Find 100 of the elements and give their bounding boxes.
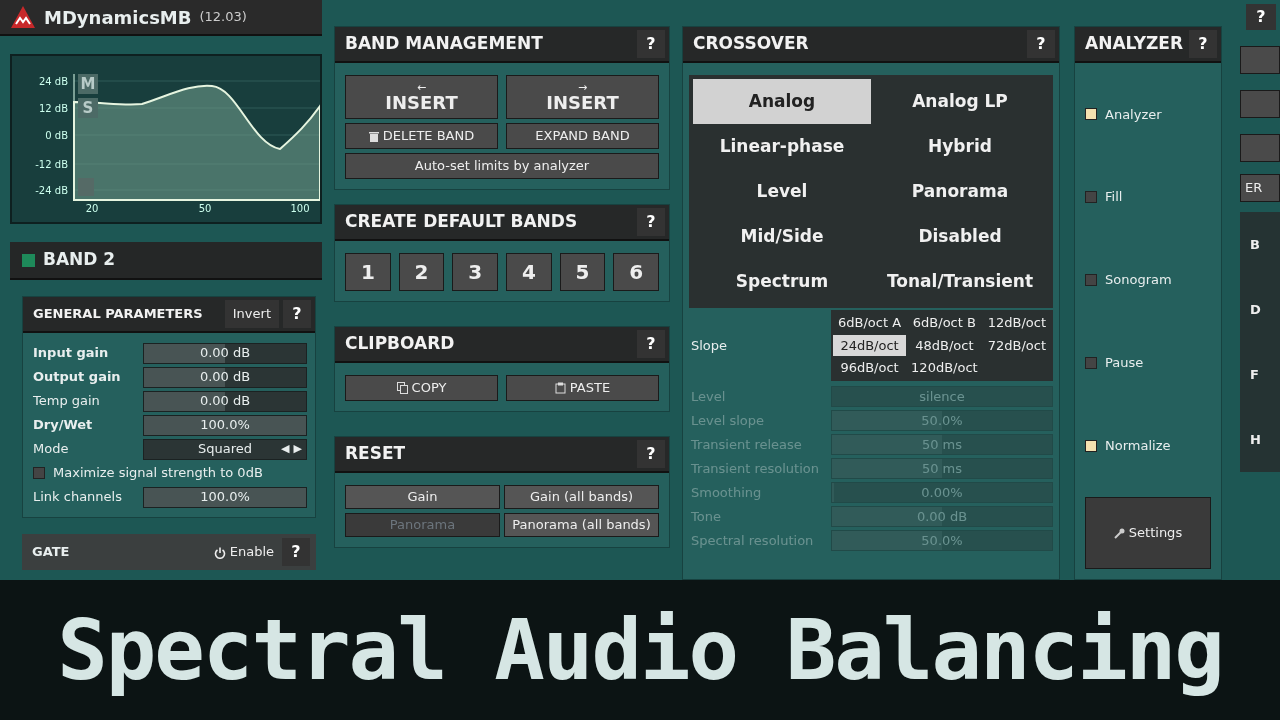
band-count-button[interactable]: 6 [613,253,660,291]
axis-label: 20 [85,203,99,214]
trash-icon [368,130,379,142]
paste-button[interactable]: PASTE [506,375,659,401]
band-letter[interactable]: F [1250,364,1280,385]
parameter-label: Output gain [33,368,122,387]
side-button[interactable]: ER [1240,174,1280,202]
axis-label: 0 dB [45,130,68,141]
checkbox-label: Pause [1105,354,1144,373]
band-count-button[interactable]: 2 [398,253,445,291]
side-button[interactable] [1240,134,1280,162]
mode-option[interactable]: Panorama [871,169,1049,214]
section-title: CLIPBOARD [345,332,455,356]
mode-option[interactable]: Linear-phase [693,124,871,169]
band-letter[interactable]: B [1250,234,1280,255]
checkbox-label: Analyzer [1105,105,1162,124]
axis-label: -12 dB [35,159,68,170]
checkbox[interactable] [1085,274,1097,286]
delete-band-button[interactable]: DELETE BAND [345,123,498,149]
checkbox[interactable] [1085,356,1097,369]
help-button[interactable]: ? [1246,4,1276,30]
slope-option[interactable]: 72dB/oct [982,334,1051,356]
help-button[interactable]: ? [637,208,665,236]
help-button[interactable]: ? [637,30,665,58]
section-title: RESET [345,442,406,466]
parameter-value: 50.0% [921,411,963,430]
invert-button[interactable]: Invert [224,300,279,328]
slope-option[interactable]: 6dB/oct B [906,312,983,334]
checkbox[interactable] [33,467,45,479]
band-count-button[interactable]: 5 [559,253,606,291]
section-title: GENERAL PARAMETERS [33,305,203,324]
power-icon [213,546,226,559]
help-button[interactable]: ? [1189,30,1217,58]
parameter-slider[interactable]: 0.00 dB [143,342,307,364]
previous-arrow[interactable]: ◀ [281,440,290,458]
checkbox[interactable] [1085,108,1097,121]
copy-icon [396,382,408,394]
slope-option[interactable]: 12dB/oct [982,312,1051,334]
mode-option[interactable]: Analog [693,79,871,124]
reset-button[interactable]: Gain (all bands) [504,485,659,509]
band-count-button[interactable]: 1 [345,253,391,291]
parameter-label: Tone [691,507,722,526]
help-button[interactable]: ? [637,330,665,358]
parameter-label: Link channels [33,488,123,507]
settings-button[interactable]: Settings [1085,497,1211,569]
mode-option[interactable]: Disabled [871,214,1049,259]
axis-label: 100 [290,203,310,214]
auto-set-button[interactable]: Auto-set limits by analyzer [345,153,659,179]
slope-option[interactable]: 6dB/oct A [833,312,907,334]
mode-option[interactable]: Hybrid [871,124,1049,169]
insert-button[interactable]: → INSERT [506,75,659,119]
parameter-label: Level slope [691,411,766,430]
expand-band-button[interactable]: EXPAND BAND [506,123,659,149]
mode-option[interactable]: Mid/Side [693,214,871,259]
band-letter[interactable]: H [1250,429,1280,450]
mode-option[interactable]: Tonal/Transient [871,259,1049,304]
parameter-slider[interactable]: 0.00 dB [143,366,307,388]
checkbox[interactable] [1085,191,1097,204]
parameter-slider[interactable]: 100.0% [143,486,307,508]
band-count-button[interactable]: 4 [506,253,552,291]
reset-button[interactable]: Gain [345,485,500,509]
parameter-value: 0.00% [921,483,963,502]
parameter-selector[interactable]: Squared ◀ ▶ [143,438,307,460]
parameter-slider[interactable]: 0.00 dB [143,390,307,412]
enable-button[interactable]: Enable [213,542,274,562]
checkbox-label: Normalize [1105,436,1171,455]
reset-button[interactable]: Panorama (all bands) [504,513,659,537]
parameter-label: Mode [33,440,70,459]
parameter-label: Transient release [691,435,803,454]
slope-option[interactable]: 24dB/oct [833,334,907,356]
parameter-value: 100.0% [200,488,250,507]
slope-option[interactable]: 48dB/oct [906,334,983,356]
parameter-label: Temp gain [33,392,101,411]
band-letter[interactable]: D [1250,299,1280,320]
next-arrow[interactable]: ▶ [293,440,302,458]
slope-option[interactable]: 96dB/oct [833,357,907,379]
mode-option[interactable]: Analog LP [871,79,1049,124]
mode-option[interactable]: Level [693,169,871,214]
parameter-value: 100.0% [200,416,250,435]
parameter-value: 0.00 dB [199,368,251,387]
side-button[interactable] [1240,46,1280,74]
band-count-button[interactable]: 3 [452,253,498,291]
mode-option[interactable]: Spectrum [693,259,871,304]
checkbox[interactable] [1085,439,1097,452]
copy-button[interactable]: COPY [345,375,498,401]
slope-option[interactable]: 120dB/oct [906,357,983,379]
section-title: GATE [32,543,70,562]
clipboard-icon [554,382,566,394]
help-button[interactable]: ? [282,538,310,566]
side-button[interactable] [1240,90,1280,118]
help-button[interactable]: ? [637,440,665,468]
section-title: CREATE DEFAULT BANDS [345,210,578,234]
section-title: ANALYZER [1085,32,1184,56]
parameter-label: Spectral resolution [691,531,815,550]
help-button[interactable]: ? [1027,30,1055,58]
help-button[interactable]: ? [283,300,311,328]
insert-button[interactable]: ← INSERT [345,75,498,119]
checkbox-label: Maximize signal strength to 0dB [53,464,263,483]
parameter-slider[interactable]: 100.0% [143,414,307,436]
checkbox-label: Fill [1105,188,1123,207]
